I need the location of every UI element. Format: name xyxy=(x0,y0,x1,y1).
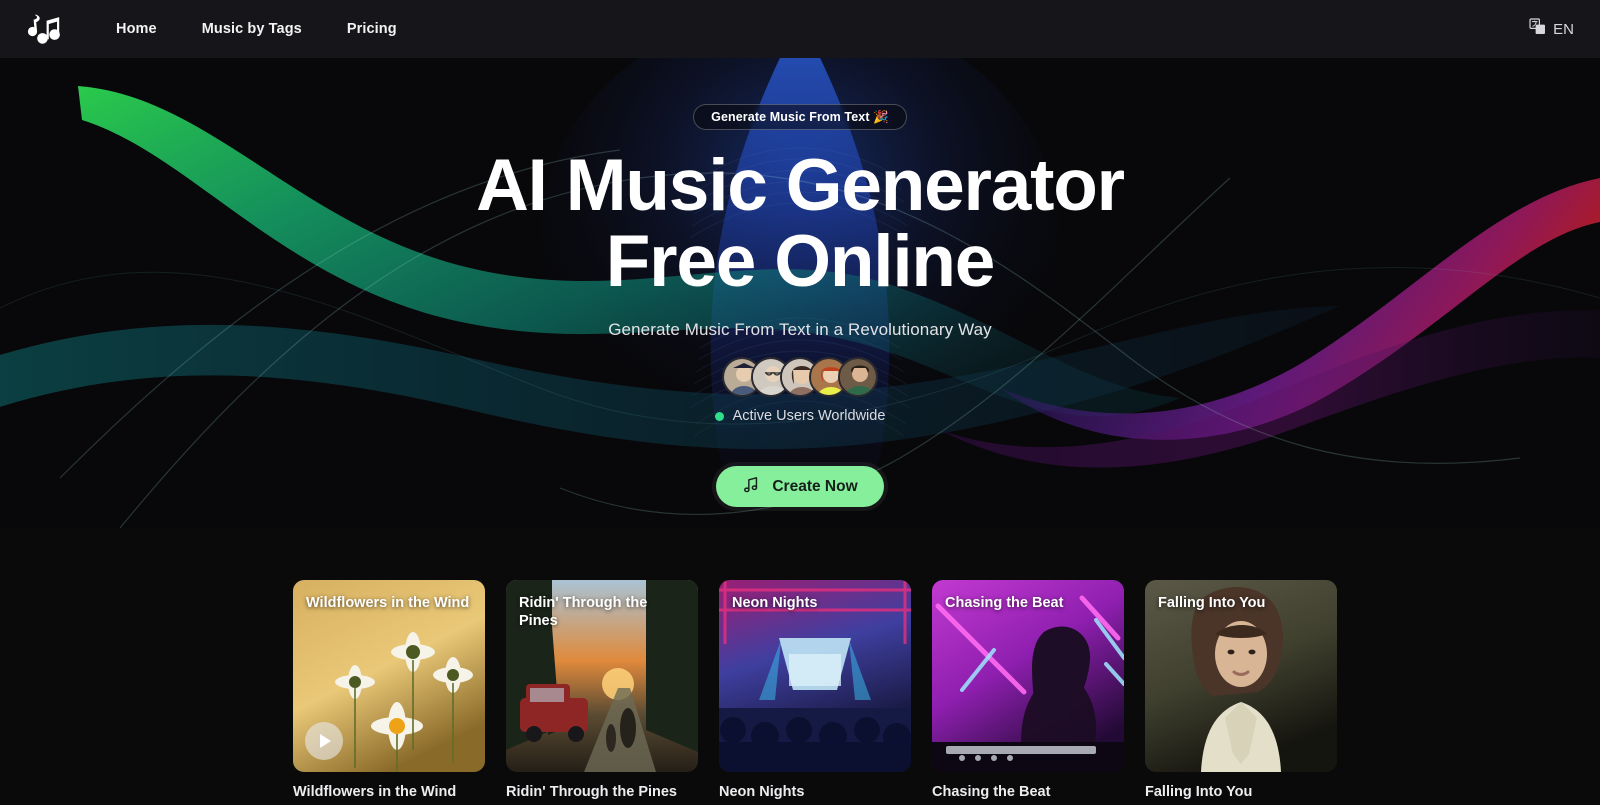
card-label: Wildflowers in the Wind xyxy=(293,784,457,800)
music-notes-logo[interactable] xyxy=(22,9,62,49)
card-label: Falling Into You xyxy=(1145,784,1253,800)
card-title-overlay: Wildflowers in the Wind xyxy=(306,595,470,611)
language-label: EN xyxy=(1553,20,1574,38)
music-card[interactable]: Chasing the Beat Chasing the Beat xyxy=(932,580,1124,800)
top-navbar: Home Music by Tags Pricing EN xyxy=(0,0,1600,58)
card-artwork[interactable]: Neon Nights xyxy=(719,580,911,772)
card-label: Chasing the Beat xyxy=(932,784,1051,800)
language-selector[interactable]: EN xyxy=(1529,18,1574,40)
card-title-overlay: Falling Into You xyxy=(1158,595,1266,611)
avatar-group xyxy=(722,357,878,397)
music-card[interactable]: Ridin' Through the Pines Ridin' Through … xyxy=(506,580,698,800)
music-note-icon xyxy=(742,475,761,499)
nav-link-pricing[interactable]: Pricing xyxy=(347,21,397,37)
card-artwork[interactable]: Falling Into You xyxy=(1145,580,1337,772)
create-now-label: Create Now xyxy=(772,477,858,495)
play-icon xyxy=(320,734,331,748)
active-users-row: Active Users Worldwide xyxy=(714,408,886,424)
card-title-overlay: Neon Nights xyxy=(732,595,818,611)
music-card-list: Wildflowers in the Wind Wildflowers in t… xyxy=(293,580,1337,800)
nav-link-music-by-tags[interactable]: Music by Tags xyxy=(202,21,302,37)
status-dot-icon xyxy=(714,411,724,421)
nav-link-home[interactable]: Home xyxy=(116,21,157,37)
page-title-line2: Free Online xyxy=(605,221,996,302)
card-artwork[interactable]: Wildflowers in the Wind xyxy=(293,580,485,772)
translate-icon xyxy=(1529,18,1546,40)
nav-links: Home Music by Tags Pricing xyxy=(116,21,397,37)
page-title-line1: AI Music Generator xyxy=(476,145,1125,226)
hero-section: Generate Music From Text 🎉 AI Music Gene… xyxy=(0,58,1600,528)
card-artwork[interactable]: Ridin' Through the Pines xyxy=(506,580,698,772)
card-artwork[interactable]: Chasing the Beat xyxy=(932,580,1124,772)
card-title-overlay: Chasing the Beat xyxy=(945,595,1064,611)
music-card[interactable]: Neon Nights Neon Nights xyxy=(719,580,911,800)
active-users-label: Active Users Worldwide xyxy=(732,408,886,424)
music-card[interactable]: Wildflowers in the Wind Wildflowers in t… xyxy=(293,580,485,800)
play-button[interactable] xyxy=(305,722,343,760)
hero-subtitle: Generate Music From Text in a Revolution… xyxy=(608,320,992,339)
music-card[interactable]: Falling Into You Falling Into You xyxy=(1145,580,1337,800)
card-label: Neon Nights xyxy=(719,784,805,800)
card-label: Ridin' Through the Pines xyxy=(506,784,677,800)
card-title-overlay: Ridin' Through the Pines xyxy=(519,595,648,629)
create-now-button[interactable]: Create Now xyxy=(716,466,884,507)
page-title: AI Music Generator Free Online xyxy=(476,145,1125,302)
hero-badge[interactable]: Generate Music From Text 🎉 xyxy=(693,104,907,130)
avatar xyxy=(838,357,878,397)
